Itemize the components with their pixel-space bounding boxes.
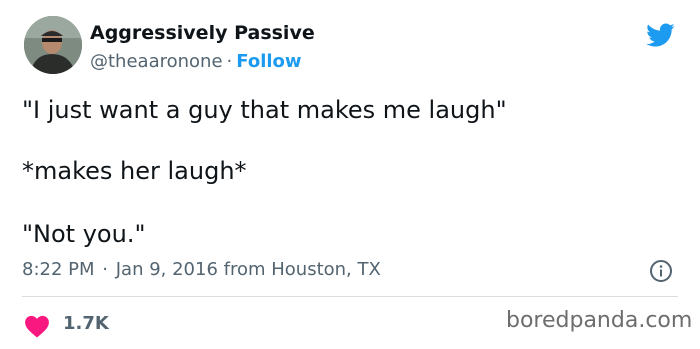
divider (22, 296, 678, 297)
tweet-text-line-2: *makes her laugh* (22, 157, 247, 185)
meta-separator: · (102, 259, 108, 280)
tweet-text-line-1: "I just want a guy that makes me laugh" (22, 96, 507, 124)
avatar-image (24, 16, 82, 74)
author-handle-line: @theaaronone · Follow (90, 51, 302, 72)
handle-separator: · (226, 51, 233, 72)
tweet-time[interactable]: 8:22 PM (22, 259, 95, 280)
tweet-date-location[interactable]: Jan 9, 2016 from Houston, TX (116, 259, 381, 280)
author-display-name[interactable]: Aggressively Passive (90, 22, 315, 44)
avatar[interactable] (24, 16, 82, 74)
watermark: boredpanda.com (506, 308, 693, 333)
like-count[interactable]: 1.7K (63, 313, 109, 334)
follow-button[interactable]: Follow (236, 51, 301, 72)
info-icon[interactable] (649, 259, 673, 283)
heart-icon[interactable] (24, 314, 50, 338)
twitter-bird-icon[interactable] (643, 20, 677, 50)
author-handle[interactable]: @theaaronone (90, 51, 223, 72)
tweet-card: Aggressively Passive @theaaronone · Follow… (0, 0, 700, 349)
tweet-meta: 8:22 PM · Jan 9, 2016 from Houston, TX (22, 259, 381, 280)
tweet-text-line-3: "Not you." (22, 220, 146, 248)
